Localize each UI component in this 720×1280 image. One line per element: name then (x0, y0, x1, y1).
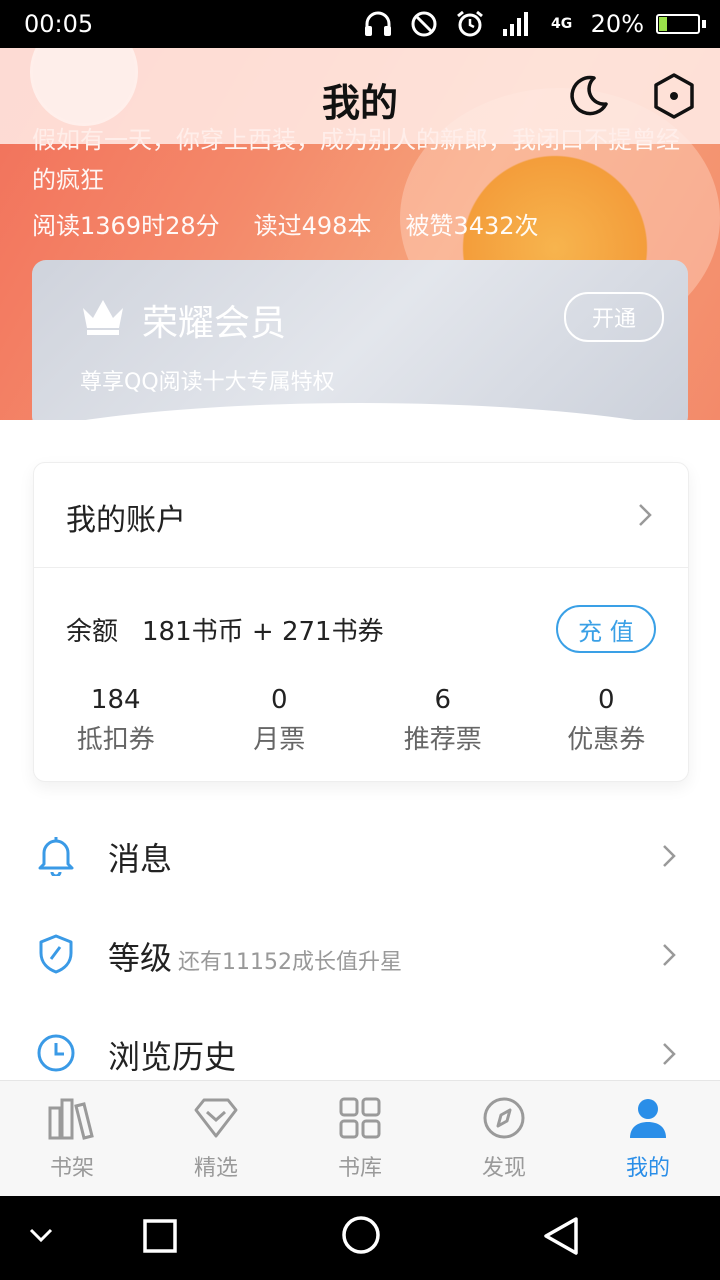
do-not-disturb-icon (407, 7, 441, 41)
nav-bookshelf[interactable]: 书架 (0, 1081, 144, 1197)
alarm-icon (453, 7, 487, 41)
home-button-icon[interactable] (340, 1214, 382, 1260)
counter-value: 184 (90, 685, 141, 715)
counter-recommend-ticket[interactable]: 6 推荐票 (361, 685, 525, 756)
menu-label: 消息 (108, 840, 173, 878)
balance-label: 余额 (66, 617, 119, 647)
grid-icon (338, 1096, 382, 1144)
stat-likes: 被赞3432次 (405, 212, 539, 240)
settings-icon[interactable] (652, 72, 696, 124)
nav-discover[interactable]: 发现 (432, 1081, 576, 1197)
counter-label: 抵扣券 (76, 725, 155, 755)
shield-icon (36, 933, 76, 979)
counter-value: 0 (597, 685, 615, 715)
stat-read-time: 阅读1369时28分 (32, 212, 220, 240)
account-header[interactable]: 我的账户 (34, 463, 688, 568)
balance-value: 181书币 + 271书券 (142, 617, 384, 647)
battery-icon (656, 14, 706, 34)
nav-label: 发现 (481, 1156, 526, 1181)
profile-stats: 阅读1369时28分 读过498本 被赞3432次 (32, 206, 539, 241)
crown-icon (80, 296, 126, 340)
chevron-right-icon (662, 844, 676, 872)
page-title: 我的 (321, 81, 398, 125)
night-mode-icon[interactable] (566, 74, 610, 122)
counter-deduction-coupon[interactable]: 184 抵扣券 (34, 685, 198, 756)
recharge-button[interactable]: 充 值 (556, 605, 656, 653)
nav-label: 精选 (193, 1156, 238, 1181)
network-4g-icon: 4G (551, 16, 573, 32)
vip-subtitle: 尊享QQ阅读十大专属特权 (80, 370, 335, 395)
status-time: 00:05 (24, 10, 94, 38)
nav-label: 书库 (337, 1156, 382, 1181)
headset-icon (361, 7, 395, 41)
account-card: 我的账户 余额 181书币 + 271书券 充 值 184 抵扣券 0 月票 6… (33, 462, 689, 782)
account-title: 我的账户 (66, 503, 186, 538)
vip-card[interactable]: 荣耀会员 尊享QQ阅读十大专属特权 开通 (32, 260, 688, 420)
recents-button-icon[interactable] (142, 1218, 178, 1258)
counter-label: 月票 (253, 725, 306, 755)
menu-label: 等级 (108, 939, 173, 977)
user-icon (626, 1096, 670, 1144)
battery-percent: 20% (590, 10, 644, 38)
vip-open-button[interactable]: 开通 (564, 292, 664, 342)
nav-featured[interactable]: 精选 (144, 1081, 288, 1197)
chevron-right-icon (662, 1042, 676, 1070)
nav-label: 我的 (625, 1156, 670, 1181)
counter-discount-coupon[interactable]: 0 优惠券 (525, 685, 689, 756)
counter-monthly-ticket[interactable]: 0 月票 (198, 685, 362, 756)
clock-icon (36, 1032, 76, 1078)
system-nav-bar (0, 1196, 720, 1280)
vip-title: 荣耀会员 (142, 303, 287, 344)
account-counters: 184 抵扣券 0 月票 6 推荐票 0 优惠券 (34, 685, 688, 756)
nav-label: 书架 (49, 1156, 94, 1181)
compass-icon (482, 1096, 526, 1144)
back-button-icon[interactable] (542, 1216, 580, 1260)
signal-icon (499, 7, 533, 41)
nav-mine[interactable]: 我的 (576, 1081, 720, 1197)
chevron-right-icon (662, 943, 676, 971)
title-bar: 我的 (0, 48, 720, 144)
menu-item-messages[interactable]: 消息 (0, 806, 720, 905)
bookshelf-icon (48, 1096, 96, 1144)
nav-library[interactable]: 书库 (288, 1081, 432, 1197)
bottom-nav: 书架 精选 书库 发现 我的 (0, 1080, 720, 1197)
profile-hero: 假如有一天，你穿上西装，成为别人的新郎，我闭口不提曾经的疯狂 阅读1369时28… (0, 48, 720, 420)
counter-label: 推荐票 (403, 725, 482, 755)
counter-label: 优惠券 (567, 725, 646, 755)
bell-icon (36, 834, 76, 880)
status-bar: 00:05 4G 20% (0, 0, 720, 48)
menu-sublabel: 还有11152成长值升星 (178, 950, 403, 975)
counter-value: 0 (270, 685, 288, 715)
balance-line: 余额 181书币 + 271书券 (66, 611, 384, 648)
diamond-icon (192, 1096, 240, 1144)
chevron-right-icon (638, 503, 652, 531)
counter-value: 6 (434, 685, 452, 715)
collapse-chevron-icon[interactable] (28, 1226, 54, 1248)
menu-item-level[interactable]: 等级 还有11152成长值升星 (0, 905, 720, 1004)
menu-list: 消息 等级 还有11152成长值升星 浏览历史 (0, 806, 720, 1103)
stat-books-read: 读过498本 (253, 212, 372, 240)
menu-label: 浏览历史 (108, 1038, 237, 1076)
